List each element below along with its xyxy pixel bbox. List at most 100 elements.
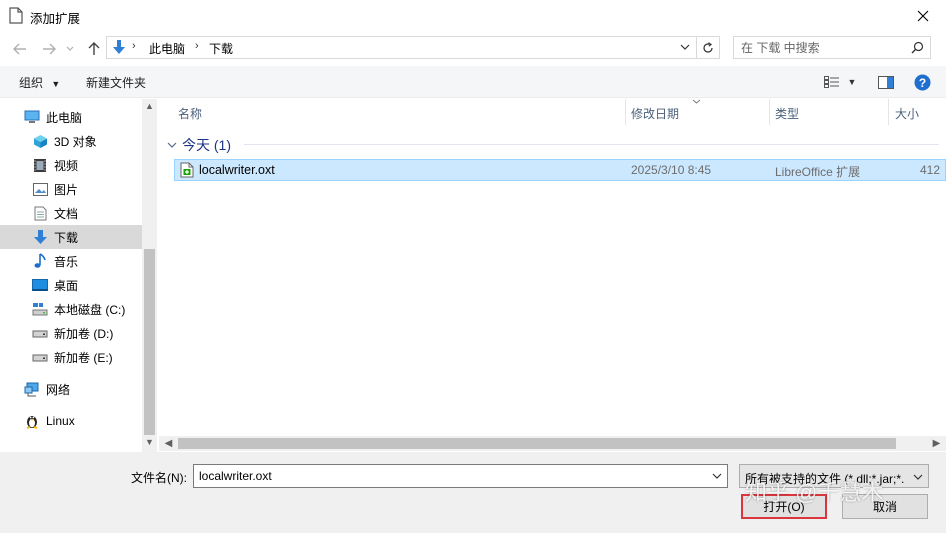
sidebar-item-videos[interactable]: 视频 — [0, 153, 142, 177]
file-list-horizontal-scrollbar[interactable]: ◀ ▶ — [159, 436, 946, 451]
sidebar-item-downloads[interactable]: 下载 — [0, 225, 142, 249]
sidebar-item-label: 文档 — [54, 206, 79, 221]
group-divider — [244, 144, 939, 145]
up-button[interactable] — [83, 38, 105, 60]
view-details-icon — [823, 76, 839, 88]
preview-pane-button[interactable] — [875, 72, 897, 92]
music-icon — [32, 253, 48, 269]
sidebar-item-documents[interactable]: 文档 — [0, 201, 142, 225]
filename-input[interactable] — [194, 465, 704, 487]
scroll-down-icon[interactable]: ▼ — [144, 437, 155, 451]
view-options-button[interactable]: ▼ — [820, 72, 860, 92]
breadcrumb-downloads[interactable]: 下载 — [209, 40, 233, 57]
scroll-right-icon[interactable]: ▶ — [929, 436, 944, 451]
preview-pane-icon — [878, 75, 894, 89]
column-header-size[interactable]: 大小 — [889, 99, 946, 125]
sidebar-item-label: 3D 对象 — [54, 134, 97, 149]
file-name: localwriter.oxt — [199, 163, 275, 177]
sidebar-item-linux[interactable]: Linux — [0, 409, 142, 433]
search-input[interactable] — [734, 37, 904, 58]
sidebar-item-label: 桌面 — [54, 278, 79, 293]
command-bar: 组织 ▼ 新建文件夹 ▼ ? — [0, 66, 946, 98]
desktop-icon — [32, 277, 48, 293]
filename-label: 文件名(N): — [131, 471, 187, 485]
sidebar-item-network[interactable]: 网络 — [0, 377, 142, 401]
sidebar-item-this-pc[interactable]: 此电脑 — [0, 105, 142, 129]
recent-locations-button[interactable] — [63, 38, 77, 60]
filename-combobox[interactable] — [193, 464, 728, 488]
column-header-type[interactable]: 类型 — [769, 99, 889, 125]
sidebar-item-desktop[interactable]: 桌面 — [0, 273, 142, 297]
column-header-name[interactable]: 名称 — [172, 99, 626, 125]
chevron-down-icon[interactable] — [712, 469, 722, 483]
sidebar-item-label: 新加卷 (D:) — [54, 326, 114, 341]
sidebar-item-label: 视频 — [54, 158, 79, 173]
svg-text:?: ? — [918, 75, 925, 89]
file-icon — [9, 7, 23, 24]
cancel-button[interactable]: 取消 — [842, 494, 928, 519]
chevron-down-icon[interactable] — [680, 39, 690, 55]
search-box[interactable] — [733, 36, 931, 59]
sidebar-item-volume-d[interactable]: 新加卷 (D:) — [0, 321, 142, 345]
dialog-footer: 文件名(N): 所有被支持的文件 (*.dll;*.jar;*. 打开(O) 取… — [0, 452, 946, 533]
close-button[interactable] — [900, 0, 946, 32]
local-disk-icon — [32, 301, 48, 317]
file-type-filter[interactable]: 所有被支持的文件 (*.dll;*.jar;*. — [739, 464, 929, 488]
download-icon — [113, 40, 125, 54]
up-arrow-icon — [88, 42, 100, 55]
sidebar-item-volume-e[interactable]: 新加卷 (E:) — [0, 345, 142, 369]
refresh-icon — [703, 41, 713, 53]
sidebar-item-pictures[interactable]: 图片 — [0, 177, 142, 201]
new-folder-button[interactable]: 新建文件夹 — [86, 74, 146, 91]
search-icon[interactable] — [911, 41, 924, 54]
navigation-pane: 此电脑 3D 对象 视频 图片 文档 下载 音乐 桌面 本地磁盘 (C:) 新加… — [0, 99, 142, 452]
file-size: 412 — [920, 163, 941, 177]
forward-arrow-icon — [43, 43, 56, 55]
picture-icon — [32, 181, 48, 197]
group-header-today[interactable]: 今天 (1) — [167, 135, 231, 155]
3d-objects-icon — [32, 133, 48, 149]
sidebar-item-label: 下载 — [54, 230, 79, 245]
file-modified: 2025/3/10 8:45 — [631, 163, 712, 177]
sidebar-item-label: 此电脑 — [46, 110, 83, 125]
chevron-down-icon — [913, 474, 923, 480]
sidebar-item-label: 音乐 — [54, 254, 79, 269]
video-icon — [32, 157, 48, 173]
title-bar: 添加扩展 — [0, 0, 946, 32]
scrollbar-thumb[interactable] — [178, 438, 896, 449]
chevron-down-icon — [167, 142, 177, 148]
sidebar-item-music[interactable]: 音乐 — [0, 249, 142, 273]
forward-button[interactable] — [38, 38, 60, 60]
sidebar-item-local-disk-c[interactable]: 本地磁盘 (C:) — [0, 297, 142, 321]
computer-icon — [24, 109, 40, 125]
chevron-down-icon — [66, 46, 74, 51]
address-bar[interactable]: › 此电脑 › 下载 — [106, 36, 697, 59]
sort-indicator-icon — [692, 99, 701, 104]
scroll-left-icon[interactable]: ◀ — [161, 436, 176, 451]
breadcrumb-this-pc[interactable]: 此电脑 — [149, 40, 185, 57]
sidebar-item-3d-objects[interactable]: 3D 对象 — [0, 129, 142, 153]
open-button[interactable]: 打开(O) — [741, 494, 827, 519]
navigation-scrollbar[interactable]: ▲ ▼ — [142, 99, 157, 452]
help-button[interactable]: ? — [911, 72, 933, 92]
sidebar-item-label: Linux — [46, 414, 75, 428]
file-type-filter-value: 所有被支持的文件 (*.dll;*.jar;*. — [745, 472, 905, 486]
linux-icon — [24, 413, 40, 429]
group-label: 今天 (1) — [182, 137, 231, 153]
drive-icon — [32, 325, 48, 341]
organize-menu[interactable]: 组织 ▼ — [19, 74, 60, 91]
refresh-button[interactable] — [697, 36, 720, 59]
drive-icon — [32, 349, 48, 365]
document-icon — [32, 205, 48, 221]
scroll-up-icon[interactable]: ▲ — [144, 101, 155, 115]
scrollbar-thumb[interactable] — [144, 249, 155, 435]
file-list: 名称 修改日期 类型 大小 今天 (1) localwriter.oxt 202… — [159, 99, 946, 452]
caret-down-icon: ▼ — [847, 77, 857, 87]
back-button[interactable] — [9, 38, 31, 60]
sidebar-item-label: 网络 — [46, 382, 71, 397]
file-row[interactable]: localwriter.oxt 2025/3/10 8:45 LibreOffi… — [174, 159, 946, 181]
sidebar-item-label: 图片 — [54, 182, 79, 197]
help-icon: ? — [914, 74, 930, 90]
chevron-right-icon: › — [195, 40, 199, 52]
download-icon — [32, 229, 48, 245]
